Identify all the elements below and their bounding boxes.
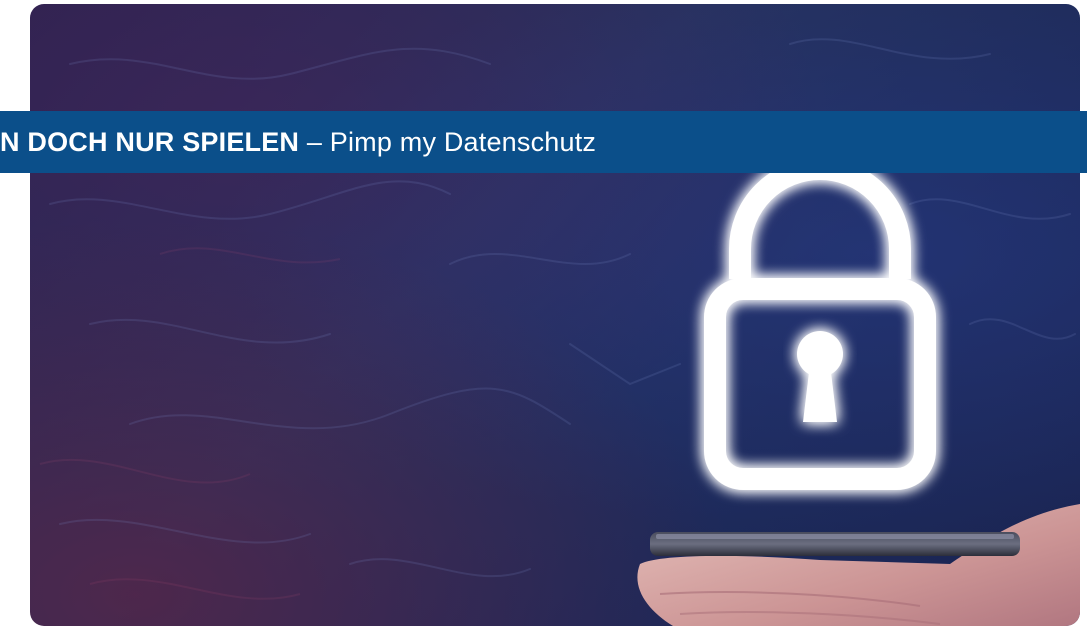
lock-icon bbox=[670, 154, 970, 514]
title-banner: N DOCH NUR SPIELEN – Pimp my Datenschutz bbox=[0, 111, 1087, 173]
banner-title-subtitle: – Pimp my Datenschutz bbox=[299, 126, 597, 157]
banner-title: N DOCH NUR SPIELEN – Pimp my Datenschutz bbox=[0, 127, 596, 158]
banner-title-bold: N DOCH NUR SPIELEN bbox=[0, 126, 300, 157]
hero-image bbox=[30, 4, 1080, 626]
phone-in-hand bbox=[620, 494, 1080, 626]
page: N DOCH NUR SPIELEN – Pimp my Datenschutz bbox=[0, 0, 1087, 630]
